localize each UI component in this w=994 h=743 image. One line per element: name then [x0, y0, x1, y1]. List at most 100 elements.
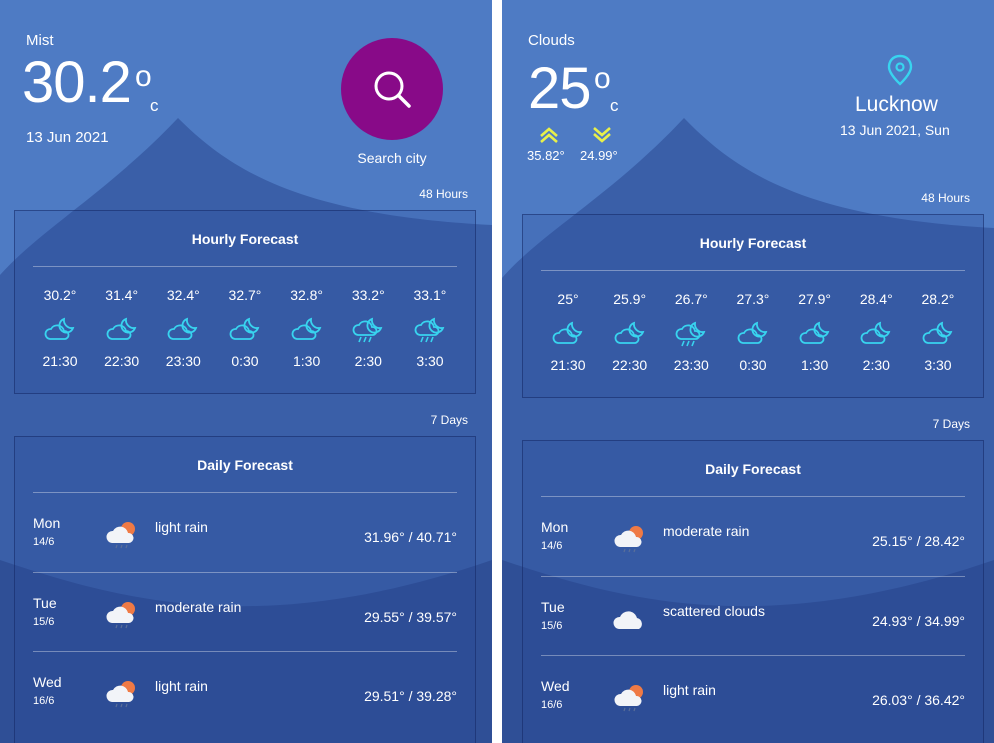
hourly-temp: 33.1° [413, 287, 447, 303]
hourly-item: 25.9° 22:30 [601, 291, 659, 373]
weather-condition: Clouds [528, 32, 575, 49]
daily-temp-range: 29.51° / 39.28° [364, 688, 457, 704]
cloud-moon-icon [614, 321, 645, 344]
hourly-time: 23:30 [165, 353, 201, 369]
daily-date: 14/6 [541, 540, 563, 552]
daily-temp-range: 26.03° / 36.42° [872, 692, 965, 708]
daily-date: 16/6 [33, 695, 55, 707]
location-pin-icon [887, 54, 913, 86]
current-temperature: 30.2 [22, 50, 132, 115]
hourly-time: 3:30 [416, 353, 444, 369]
daily-description: light rain [155, 678, 208, 694]
current-date: 13 Jun 2021, Sun [840, 122, 950, 138]
daily-description: light rain [155, 519, 208, 535]
weather-screen-left: Mist 30.2 o c 13 Jun 2021 Search city 48… [0, 0, 492, 743]
daily-list: Mon 14/6 moderate rain 25.15° / 28.42° T… [523, 497, 983, 734]
hourly-time: 21:30 [550, 357, 586, 373]
hourly-temp: 26.7° [674, 291, 708, 307]
hourly-time: 22:30 [612, 357, 648, 373]
hourly-temp: 32.8° [290, 287, 324, 303]
hourly-forecast-card: Hourly Forecast 30.2° 21:30 31.4° 22:30 … [14, 210, 476, 394]
hourly-forecast-card: Hourly Forecast 25° 21:30 25.9° 22:30 26… [522, 214, 984, 398]
hourly-item: 32.8° 1:30 [278, 287, 336, 369]
daily-day: Tue [541, 599, 565, 615]
daily-row: Tue 15/6 moderate rain 29.55° / 39.57° [33, 572, 457, 651]
hourly-time: 0:30 [231, 353, 259, 369]
temperature-unit: c [150, 96, 159, 115]
daily-day: Tue [33, 595, 57, 611]
daily-day: Wed [541, 678, 570, 694]
cloud-moon-icon [291, 317, 321, 340]
hourly-temp: 32.4° [166, 287, 200, 303]
hourly-item: 27.9° 1:30 [786, 291, 844, 373]
hourly-time: 1:30 [801, 357, 829, 373]
hourly-time: 2:30 [354, 353, 382, 369]
sun-cloud-rain-icon [106, 522, 135, 549]
search-icon [374, 71, 411, 108]
hourly-item: 25° 21:30 [539, 291, 597, 373]
hourly-temp: 33.2° [351, 287, 385, 303]
weather-condition: Mist [26, 32, 54, 49]
low-temperature: 24.99° [580, 148, 618, 163]
cloud-moon-rain-icon [352, 317, 383, 343]
daily-temp-range: 24.93° / 34.99° [872, 613, 965, 629]
daily-description: light rain [663, 682, 716, 698]
daily-forecast-card: Daily Forecast Mon 14/6 light rain 31.96… [14, 436, 476, 743]
daily-temp-range: 29.55° / 39.57° [364, 609, 457, 625]
cloud-moon-rain-icon [414, 317, 445, 343]
hourly-time: 2:30 [862, 357, 890, 373]
daily-row: Wed 16/6 light rain 26.03° / 36.42° [541, 655, 965, 734]
hourly-time: 22:30 [104, 353, 140, 369]
hourly-item: 33.2° 2:30 [339, 287, 397, 369]
hourly-temp: 28.2° [921, 291, 955, 307]
daily-date: 14/6 [33, 536, 55, 548]
degree-symbol: o [135, 60, 152, 93]
sun-cloud-rain-icon [106, 681, 135, 708]
chevron-down-double-icon [593, 127, 611, 143]
daily-date: 16/6 [541, 699, 563, 711]
daily-description: moderate rain [663, 523, 750, 539]
sun-cloud-rain-icon [614, 685, 643, 712]
daily-range-label: 7 Days [932, 417, 970, 431]
daily-row: Mon 14/6 light rain 31.96° / 40.71° [33, 493, 457, 572]
hourly-item: 31.4° 22:30 [93, 287, 151, 369]
daily-row: Tue 15/6 scattered clouds 24.93° / 34.99… [541, 576, 965, 655]
current-date: 13 Jun 2021 [26, 129, 109, 146]
degree-symbol: o [594, 62, 611, 95]
hourly-time: 0:30 [739, 357, 767, 373]
daily-row: Mon 14/6 moderate rain 25.15° / 28.42° [541, 497, 965, 576]
hourly-item: 26.7° 23:30 [662, 291, 720, 373]
cloud-moon-icon [167, 317, 198, 340]
cloud-moon-icon [799, 321, 829, 344]
cloud-moon-icon [229, 317, 260, 340]
daily-range-label: 7 Days [430, 413, 468, 427]
weather-screen-right: Clouds 25 o c 35.82° 24.99° Lucknow 13 J… [502, 0, 994, 743]
hourly-temp: 28.4° [859, 291, 893, 307]
cloud-moon-rain-icon [675, 321, 706, 347]
daily-forecast-title: Daily Forecast [705, 461, 801, 477]
hourly-item: 33.1° 3:30 [401, 287, 459, 369]
hourly-temp: 31.4° [105, 287, 139, 303]
daily-forecast-title: Daily Forecast [197, 457, 293, 473]
hourly-item: 32.4° 23:30 [154, 287, 212, 369]
daily-row: Wed 16/6 light rain 29.51° / 39.28° [33, 651, 457, 730]
hourly-range-label: 48 Hours [419, 187, 468, 201]
hourly-range-label: 48 Hours [921, 191, 970, 205]
hourly-temp: 25° [557, 291, 579, 307]
cloud-icon [613, 611, 642, 629]
search-city-label[interactable]: Search city [341, 150, 443, 166]
cloud-moon-icon [922, 321, 953, 344]
location-name[interactable]: Lucknow [855, 93, 938, 117]
hourly-temp: 25.9° [613, 291, 647, 307]
hourly-temp: 27.3° [736, 291, 770, 307]
hourly-temp: 32.7° [228, 287, 262, 303]
cloud-moon-icon [44, 317, 75, 340]
hourly-item: 32.7° 0:30 [216, 287, 274, 369]
daily-date: 15/6 [541, 620, 563, 632]
search-city-button[interactable] [341, 38, 443, 140]
daily-list: Mon 14/6 light rain 31.96° / 40.71° Tue … [15, 493, 475, 730]
hourly-item: 28.4° 2:30 [847, 291, 905, 373]
hourly-time: 1:30 [293, 353, 321, 369]
daily-date: 15/6 [33, 616, 55, 628]
daily-temp-range: 31.96° / 40.71° [364, 529, 457, 545]
